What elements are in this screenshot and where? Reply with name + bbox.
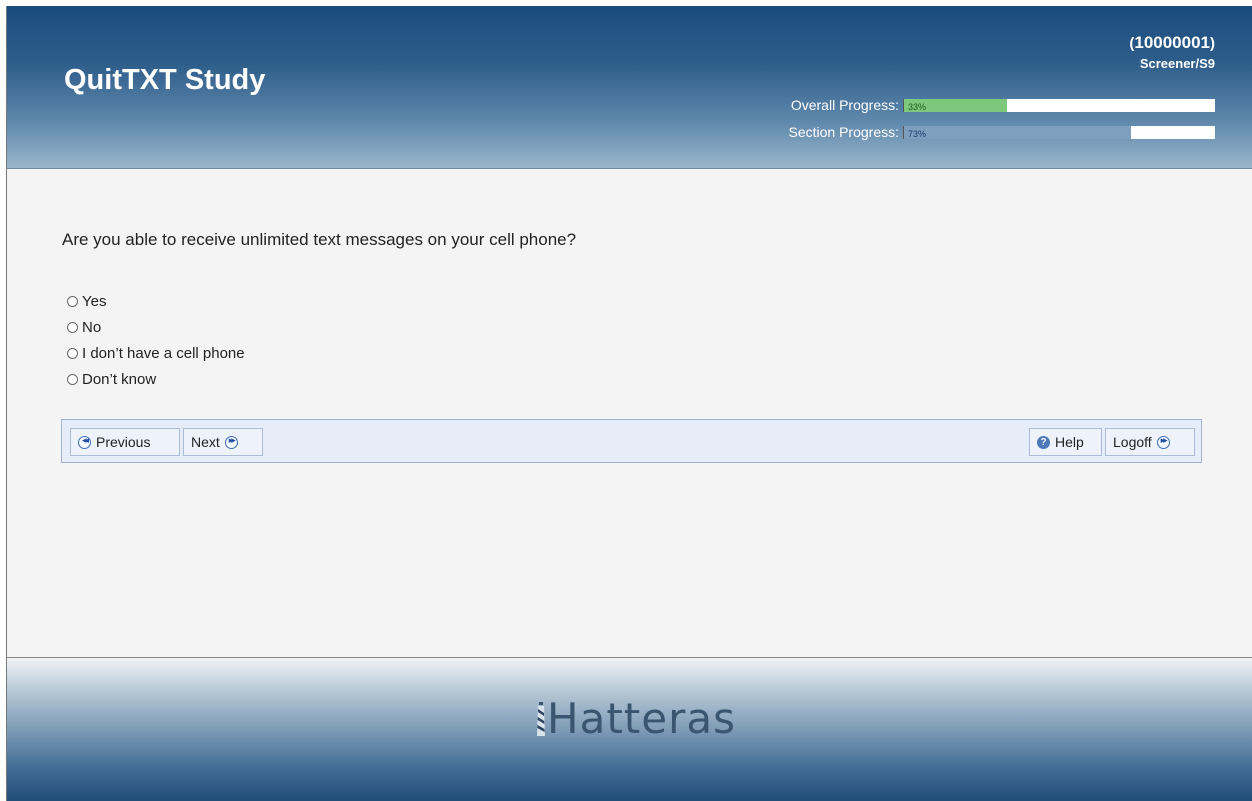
next-label: Next	[191, 434, 220, 450]
option-no-cell-phone[interactable]: I don’t have a cell phone	[67, 340, 245, 366]
answer-options: Yes No I don’t have a cell phone Don’t k…	[67, 288, 245, 392]
brand-logo: Hatteras	[537, 694, 736, 743]
option-dont-know[interactable]: Don’t know	[67, 366, 245, 392]
logoff-label: Logoff	[1113, 434, 1152, 450]
option-label: I don’t have a cell phone	[82, 344, 245, 362]
footer: Hatteras	[7, 657, 1252, 801]
navigation-bar: ◂◂ Previous Next ▸▸ ? Help Logoff ▸▸	[61, 419, 1202, 463]
help-button[interactable]: ? Help	[1029, 428, 1102, 456]
app-window: QuitTXT Study (10000001) Screener/S9 Ove…	[6, 6, 1252, 801]
participant-id: (10000001)	[1129, 33, 1215, 52]
option-no[interactable]: No	[67, 314, 245, 340]
help-icon: ?	[1037, 435, 1050, 449]
section-progress: Section Progress: 73%	[788, 124, 1215, 140]
section-progress-label: Section Progress:	[788, 124, 900, 140]
participant-id-value: 10000001	[1134, 33, 1210, 52]
rewind-icon: ◂◂	[78, 435, 91, 449]
overall-progress-bar: 33%	[903, 98, 1215, 112]
section-progress-bar: 73%	[903, 125, 1215, 139]
section-progress-fill	[904, 125, 1132, 139]
option-label: Don’t know	[82, 370, 157, 388]
section-progress-percent: 73%	[908, 128, 927, 139]
radio-button[interactable]	[67, 373, 78, 385]
screen-id: Screener/S9	[1139, 56, 1215, 71]
option-yes[interactable]: Yes	[67, 288, 245, 314]
option-label: Yes	[82, 292, 107, 310]
next-button[interactable]: Next ▸▸	[183, 428, 263, 456]
option-label: No	[82, 318, 102, 336]
lighthouse-icon	[537, 702, 545, 736]
fast-forward-icon: ▸▸	[1156, 435, 1170, 449]
previous-button[interactable]: ◂◂ Previous	[70, 428, 180, 456]
logoff-button[interactable]: Logoff ▸▸	[1105, 428, 1195, 456]
radio-button[interactable]	[67, 347, 78, 359]
radio-button[interactable]	[67, 321, 78, 333]
help-label: Help	[1055, 434, 1084, 450]
question-text: Are you able to receive unlimited text m…	[62, 230, 577, 249]
fast-forward-icon: ▸▸	[224, 435, 238, 449]
overall-progress-label: Overall Progress:	[790, 97, 899, 113]
radio-button[interactable]	[67, 295, 78, 307]
brand-text: Hatteras	[547, 694, 736, 743]
page-title: QuitTXT Study	[64, 64, 266, 96]
previous-label: Previous	[96, 434, 151, 450]
overall-progress: Overall Progress: 33%	[791, 97, 1215, 113]
overall-progress-percent: 33%	[908, 101, 927, 112]
header: QuitTXT Study (10000001) Screener/S9 Ove…	[7, 6, 1252, 169]
